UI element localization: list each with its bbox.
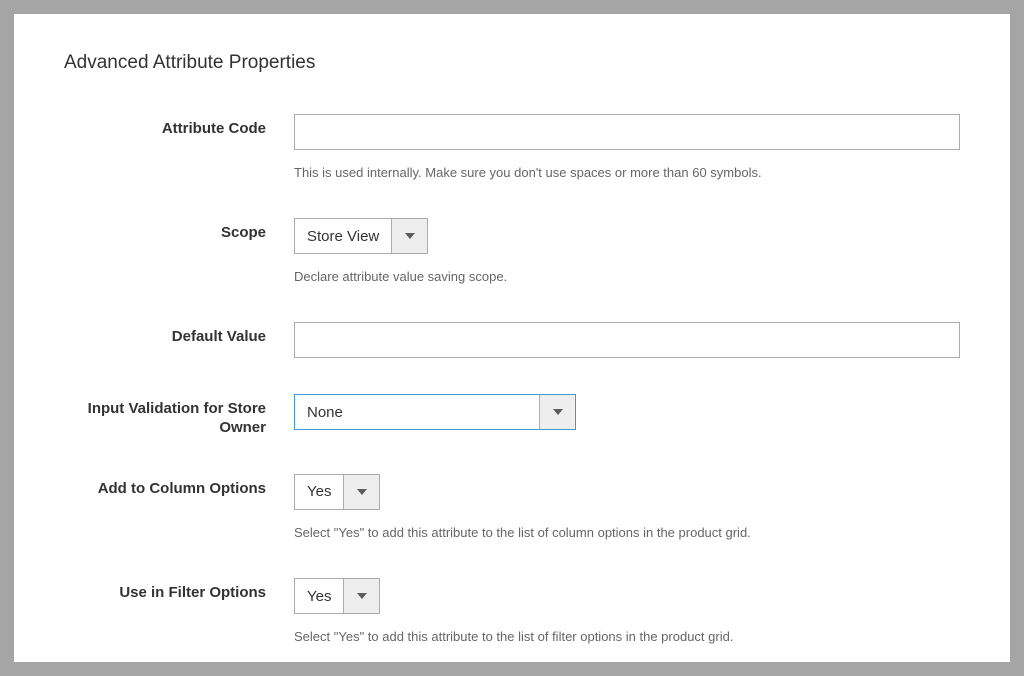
- select-scope-value: Store View: [295, 219, 391, 253]
- chevron-down-icon: [539, 395, 575, 429]
- select-input-validation[interactable]: None: [294, 394, 576, 430]
- select-input-validation-value: None: [295, 395, 539, 429]
- select-scope[interactable]: Store View: [294, 218, 428, 254]
- help-add-to-column: Select "Yes" to add this attribute to th…: [294, 524, 960, 542]
- chevron-down-icon: [391, 219, 427, 253]
- section-title: Advanced Attribute Properties: [64, 52, 960, 74]
- help-use-in-filter: Select "Yes" to add this attribute to th…: [294, 628, 960, 646]
- field-use-in-filter: Use in Filter Options Yes: [64, 578, 960, 614]
- field-scope: Scope Store View: [64, 218, 960, 254]
- label-scope: Scope: [64, 218, 294, 243]
- help-scope: Declare attribute value saving scope.: [294, 268, 960, 286]
- label-add-to-column: Add to Column Options: [64, 474, 294, 499]
- chevron-down-icon: [343, 475, 379, 509]
- label-input-validation: Input Validation for Store Owner: [64, 394, 294, 438]
- label-attribute-code: Attribute Code: [64, 114, 294, 139]
- label-default-value: Default Value: [64, 322, 294, 347]
- select-use-in-filter[interactable]: Yes: [294, 578, 380, 614]
- label-use-in-filter: Use in Filter Options: [64, 578, 294, 603]
- advanced-attribute-panel: Advanced Attribute Properties Attribute …: [14, 14, 1010, 662]
- select-add-to-column-value: Yes: [295, 475, 343, 509]
- field-attribute-code: Attribute Code: [64, 114, 960, 150]
- field-add-to-column: Add to Column Options Yes: [64, 474, 960, 510]
- field-input-validation: Input Validation for Store Owner None: [64, 394, 960, 438]
- help-attribute-code: This is used internally. Make sure you d…: [294, 164, 960, 182]
- input-default-value[interactable]: [294, 322, 960, 358]
- chevron-down-icon: [343, 579, 379, 613]
- select-add-to-column[interactable]: Yes: [294, 474, 380, 510]
- input-attribute-code[interactable]: [294, 114, 960, 150]
- field-default-value: Default Value: [64, 322, 960, 358]
- select-use-in-filter-value: Yes: [295, 579, 343, 613]
